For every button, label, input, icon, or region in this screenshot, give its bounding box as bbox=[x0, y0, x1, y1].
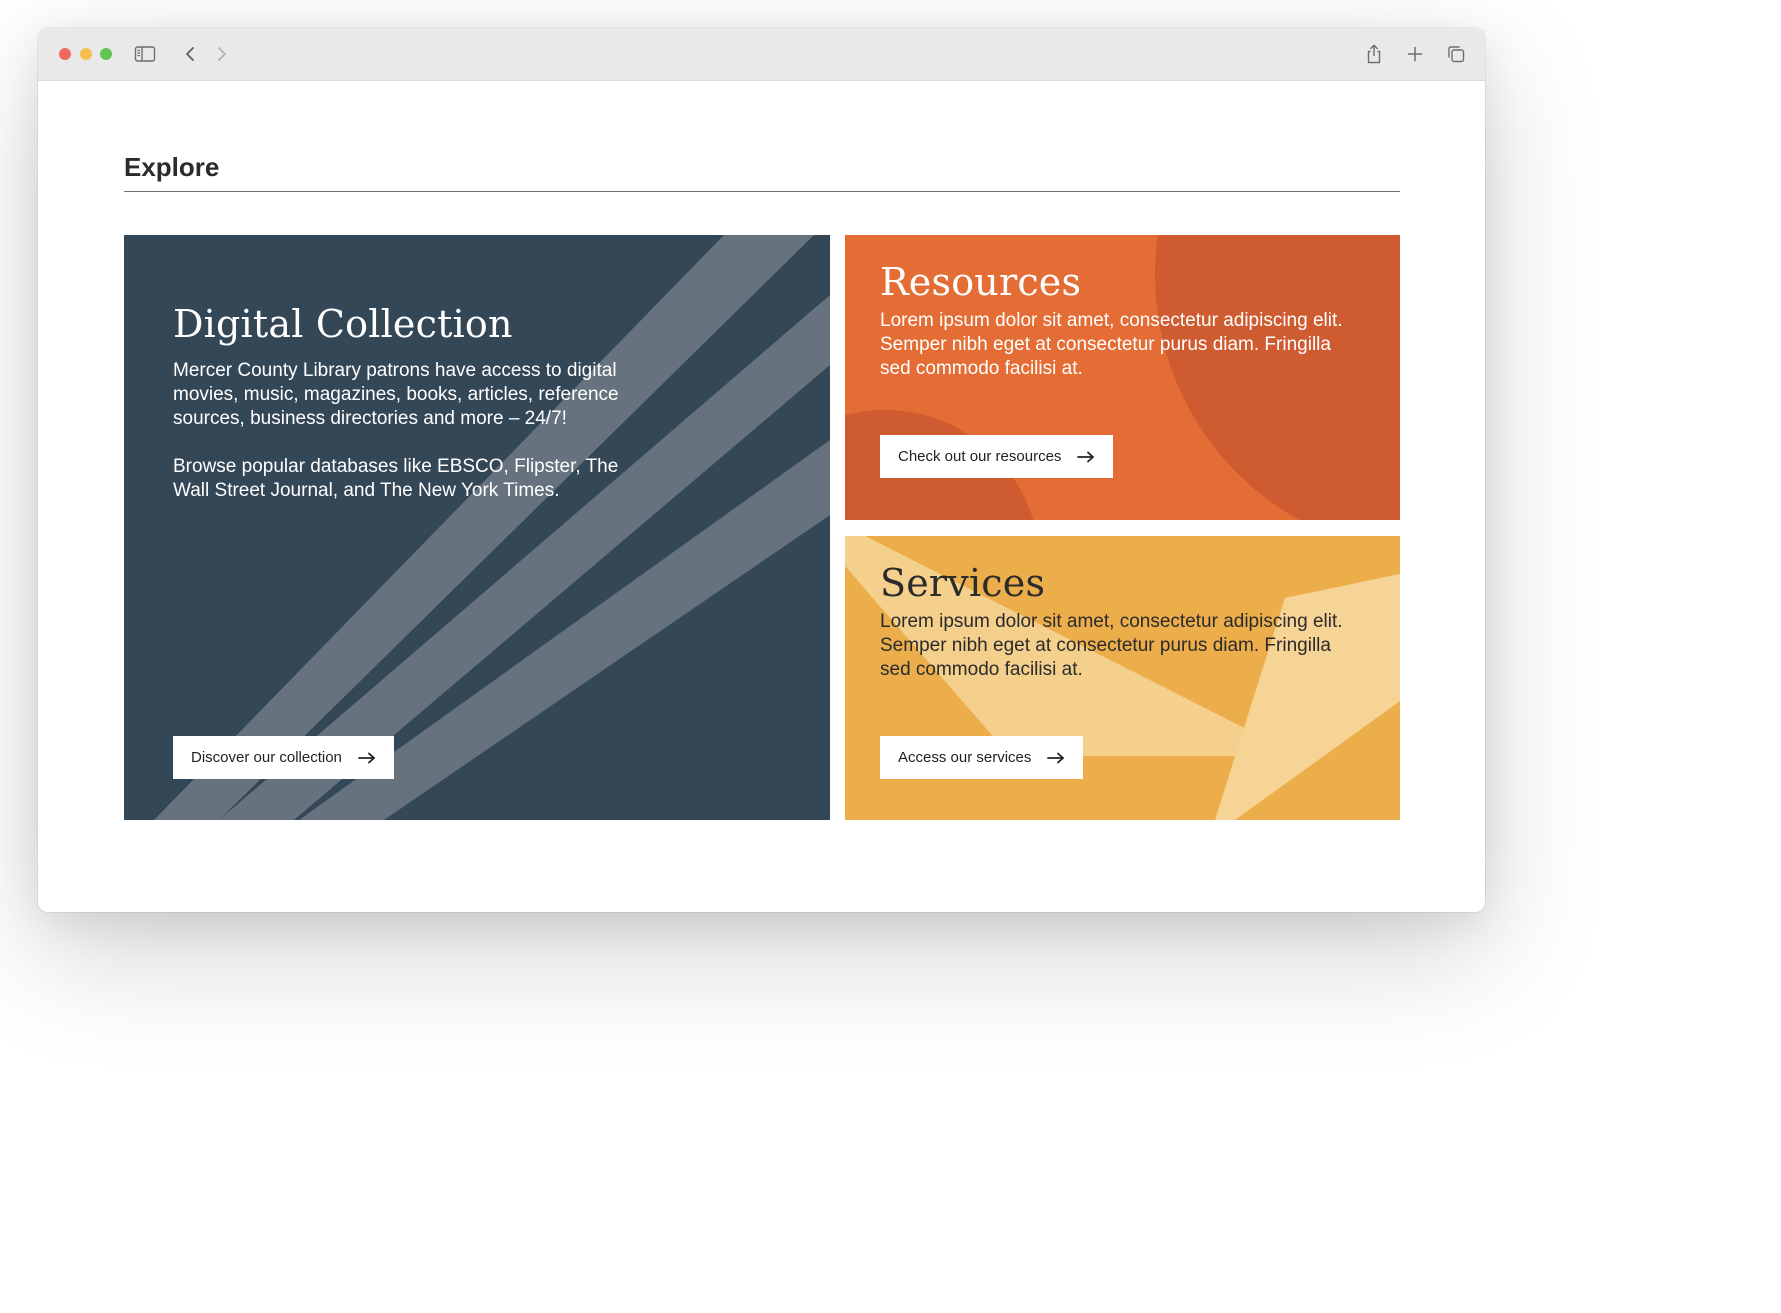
services-card: Services Lorem ipsum dolor sit amet, con… bbox=[845, 536, 1400, 820]
browser-titlebar bbox=[38, 28, 1485, 81]
minimize-window-button[interactable] bbox=[80, 48, 92, 60]
arrow-right-icon bbox=[358, 752, 376, 764]
new-tab-icon[interactable] bbox=[1403, 42, 1427, 66]
card-description: Lorem ipsum dolor sit amet, consectetur … bbox=[880, 310, 1343, 379]
digital-collection-card: Digital Collection Mercer County Library… bbox=[124, 235, 830, 820]
card-title: Digital Collection bbox=[173, 302, 513, 346]
card-description-secondary: Browse popular databases like EBSCO, Fli… bbox=[173, 456, 619, 501]
tabs-overview-icon[interactable] bbox=[1444, 42, 1468, 66]
zoom-window-button[interactable] bbox=[100, 48, 112, 60]
button-label: Access our services bbox=[898, 749, 1032, 766]
section-title: Explore bbox=[124, 152, 220, 182]
sidebar-icon[interactable] bbox=[133, 42, 157, 66]
browser-window: Explore Digital Collection Mercer County… bbox=[38, 28, 1485, 912]
forward-icon[interactable] bbox=[210, 42, 234, 66]
check-resources-button[interactable]: Check out our resources bbox=[880, 435, 1114, 478]
arrow-right-icon bbox=[1077, 451, 1095, 463]
access-services-button[interactable]: Access our services bbox=[880, 736, 1084, 779]
card-title: Resources bbox=[880, 260, 1082, 304]
section-divider bbox=[124, 191, 1400, 192]
card-description: Mercer County Library patrons have acces… bbox=[173, 360, 619, 429]
close-window-button[interactable] bbox=[59, 48, 71, 60]
back-icon[interactable] bbox=[178, 42, 202, 66]
discover-collection-button[interactable]: Discover our collection bbox=[173, 736, 394, 779]
share-icon[interactable] bbox=[1362, 42, 1386, 66]
card-description: Lorem ipsum dolor sit amet, consectetur … bbox=[880, 611, 1343, 680]
button-label: Discover our collection bbox=[191, 749, 342, 766]
resources-card: Resources Lorem ipsum dolor sit amet, co… bbox=[845, 235, 1400, 520]
button-label: Check out our resources bbox=[898, 448, 1062, 465]
card-title: Services bbox=[880, 561, 1046, 605]
arrow-right-icon bbox=[1047, 752, 1065, 764]
page-content: Explore Digital Collection Mercer County… bbox=[38, 81, 1485, 912]
